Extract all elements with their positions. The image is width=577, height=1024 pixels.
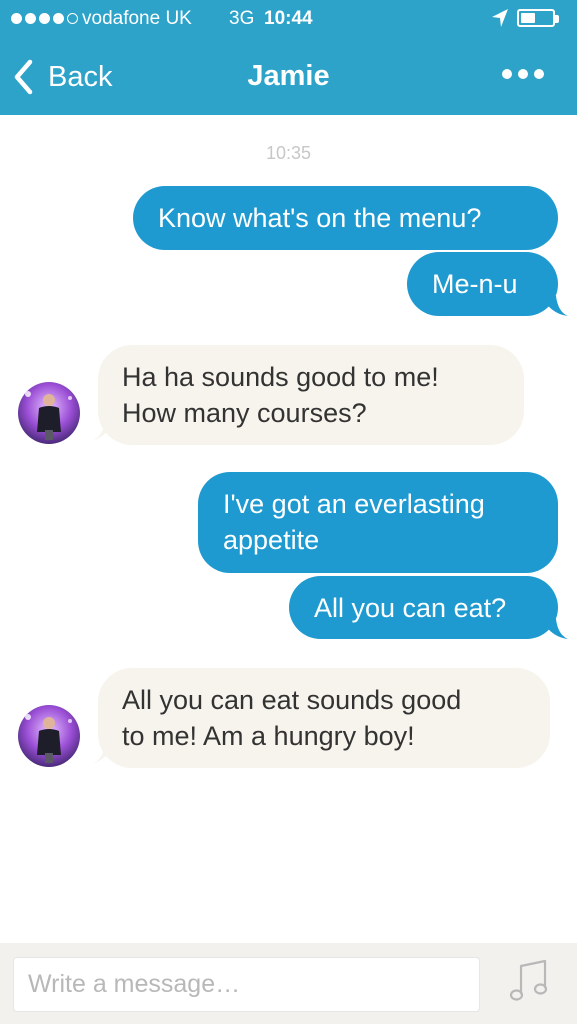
battery-level bbox=[521, 13, 535, 23]
signal-strength-icon bbox=[11, 13, 78, 24]
network-type: 3G bbox=[229, 8, 255, 29]
outgoing-message[interactable]: Know what's on the menu? bbox=[133, 186, 558, 250]
app-header: vodafone UK 3G 10:44 Back Jamie bbox=[0, 0, 577, 115]
message-text: appetite bbox=[223, 525, 320, 555]
status-time: 10:44 bbox=[264, 8, 313, 29]
message-timestamp: 10:35 bbox=[265, 143, 312, 163]
location-arrow-icon bbox=[492, 9, 508, 27]
bubble-tail bbox=[540, 617, 568, 639]
avatar-photo bbox=[18, 382, 80, 444]
contact-avatar[interactable] bbox=[18, 382, 80, 444]
battery-icon bbox=[517, 9, 559, 27]
message-text: Ha ha sounds good to me! bbox=[122, 362, 439, 392]
contact-avatar[interactable] bbox=[18, 705, 80, 767]
outgoing-message[interactable]: I've got an everlasting appetite bbox=[198, 472, 558, 573]
outgoing-message[interactable]: Me-n-u bbox=[407, 252, 558, 316]
message-text: to me! Am a hungry boy! bbox=[122, 721, 415, 751]
message-text: All you can eat sounds good bbox=[122, 685, 462, 715]
message-text: All you can eat? bbox=[314, 593, 507, 623]
message-text: How many courses? bbox=[122, 398, 367, 428]
incoming-message[interactable]: All you can eat sounds good to me! Am a … bbox=[98, 668, 550, 768]
message-text: Know what's on the menu? bbox=[158, 203, 482, 233]
outgoing-message[interactable]: All you can eat? bbox=[289, 576, 558, 639]
more-dots-icon[interactable] bbox=[502, 69, 544, 79]
bubble-tail bbox=[540, 294, 568, 316]
message-text: Me-n-u bbox=[432, 269, 518, 299]
incoming-message[interactable]: Ha ha sounds good to me! How many course… bbox=[98, 345, 524, 445]
carrier-name: vodafone UK bbox=[82, 8, 192, 29]
message-input[interactable] bbox=[13, 957, 480, 1012]
music-note-icon[interactable] bbox=[508, 958, 548, 1004]
status-bar: vodafone UK 3G 10:44 bbox=[0, 0, 577, 38]
message-text: I've got an everlasting bbox=[223, 489, 485, 519]
avatar-photo bbox=[18, 705, 80, 767]
conversation-title: Jamie bbox=[247, 60, 330, 92]
